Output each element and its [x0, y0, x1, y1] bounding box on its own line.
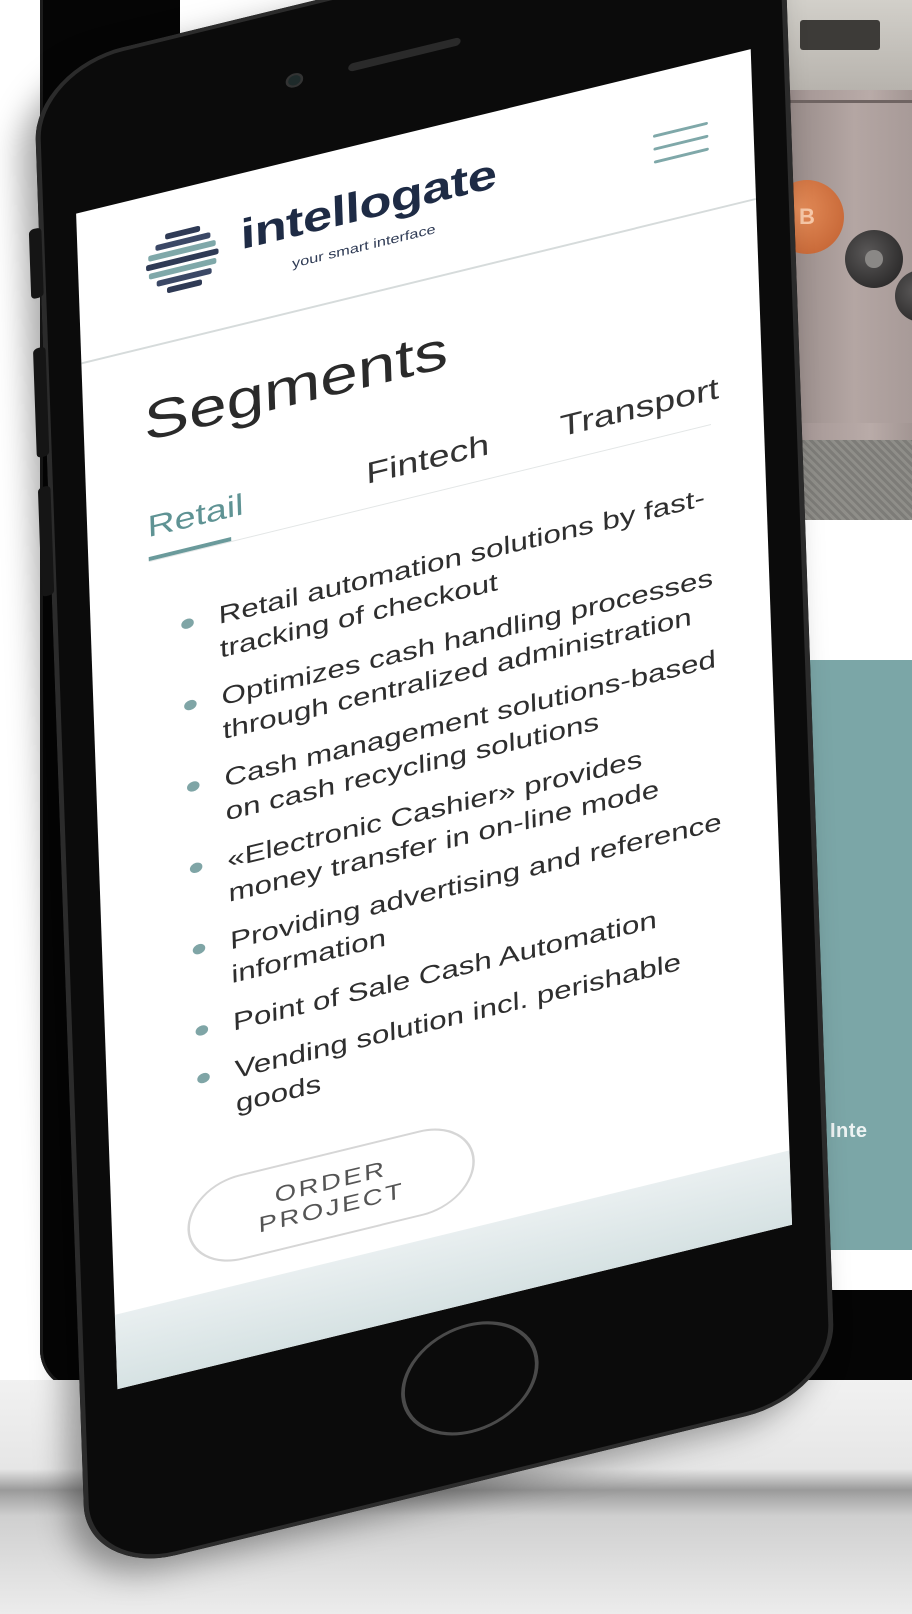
feature-list: Retail automation solutions by fast-trac… [181, 474, 750, 1144]
bullet-dot-icon [183, 698, 197, 712]
tab-transport[interactable]: Transport [559, 372, 719, 444]
bullet-dot-icon [189, 861, 203, 875]
volume-up-button [28, 227, 44, 300]
bullet-dot-icon [186, 779, 200, 793]
bullet-dot-icon [192, 942, 206, 956]
bullet-dot-icon [181, 617, 194, 631]
coin-icon [845, 230, 903, 288]
phone-mockup: intellogate your smart interface Segment… [28, 0, 836, 1577]
intellogate-logo-icon [146, 225, 219, 293]
tab-fintech[interactable]: Fintech [366, 428, 490, 492]
page-title: Segments [142, 319, 449, 453]
device-mockup-scene: B Inte intellogate your smart interface … [0, 0, 912, 1614]
bullet-dot-icon [197, 1071, 210, 1085]
hamburger-icon[interactable] [652, 121, 709, 165]
bullet-dot-icon [195, 1023, 209, 1037]
atm-card-slot [800, 20, 880, 50]
teal-banner-label: Inte [830, 1120, 868, 1142]
phone-screen: intellogate your smart interface Segment… [76, 49, 793, 1390]
